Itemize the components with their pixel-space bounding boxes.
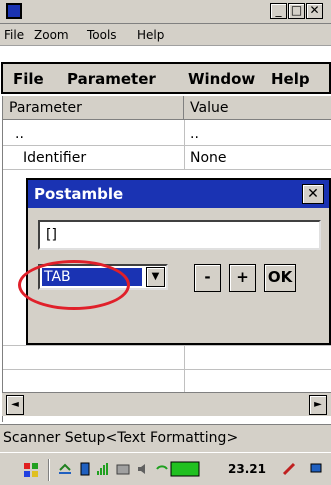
windows-start-icon[interactable] bbox=[22, 461, 40, 479]
column-divider bbox=[184, 120, 185, 170]
annotation-highlight bbox=[18, 260, 130, 310]
row-divider bbox=[3, 345, 331, 346]
clock[interactable]: 23.21 bbox=[228, 462, 266, 476]
row-identifier-value[interactable]: None bbox=[190, 150, 227, 166]
dialog-title: Postamble bbox=[34, 185, 124, 203]
battery-icon[interactable] bbox=[78, 462, 92, 476]
wireless-icon[interactable] bbox=[155, 462, 169, 476]
taskbar: 23.21 bbox=[0, 452, 331, 485]
maximize-button[interactable]: □ bbox=[288, 3, 305, 19]
title-bar: _ □ ✕ bbox=[0, 0, 331, 24]
app-menu-file[interactable]: File bbox=[13, 70, 44, 88]
keyboard-icon[interactable] bbox=[116, 462, 130, 476]
app-menu-window[interactable]: Window bbox=[188, 70, 255, 88]
postamble-input[interactable]: [] bbox=[38, 220, 321, 250]
menu-item-help[interactable]: Help bbox=[137, 28, 164, 42]
row-divider bbox=[3, 369, 331, 370]
column-divider bbox=[184, 345, 185, 392]
row-divider bbox=[3, 145, 331, 146]
scroll-right-button[interactable]: ► bbox=[309, 395, 327, 415]
row-identifier-parameter[interactable]: Identifier bbox=[23, 150, 86, 166]
connectivity-icon[interactable] bbox=[58, 462, 72, 476]
remove-button[interactable]: - bbox=[194, 264, 221, 292]
sound-icon[interactable] bbox=[136, 462, 150, 476]
dialog-title-bar: Postamble ✕ bbox=[28, 180, 329, 208]
column-header-parameter[interactable]: Parameter bbox=[3, 96, 184, 120]
dropdown-arrow-icon[interactable]: ▼ bbox=[146, 267, 165, 287]
menu-item-file[interactable]: File bbox=[4, 28, 24, 42]
row-divider bbox=[3, 169, 331, 170]
signal-icon[interactable] bbox=[96, 462, 110, 476]
horizontal-scrollbar[interactable]: ◄ ► bbox=[2, 392, 331, 416]
battery-level-icon[interactable] bbox=[170, 461, 222, 477]
scroll-left-button[interactable]: ◄ bbox=[6, 395, 24, 415]
pen-icon[interactable] bbox=[282, 462, 296, 476]
app-menu-bar: File Parameter Window Help bbox=[1, 62, 331, 94]
row-parent-value[interactable]: .. bbox=[190, 126, 199, 142]
menu-item-zoom[interactable]: Zoom bbox=[34, 28, 69, 42]
add-button[interactable]: + bbox=[229, 264, 256, 292]
outer-menu-bar: File Zoom Tools Help bbox=[0, 24, 331, 46]
row-parent-parameter[interactable]: .. bbox=[15, 126, 24, 142]
app-menu-parameter[interactable]: Parameter bbox=[67, 70, 156, 88]
status-text: Scanner Setup<Text Formatting> bbox=[3, 430, 239, 446]
app-icon bbox=[6, 3, 22, 19]
status-bar: Scanner Setup<Text Formatting> bbox=[0, 424, 331, 452]
windows-icon[interactable] bbox=[310, 462, 324, 476]
ok-button[interactable]: OK bbox=[264, 264, 296, 292]
menu-item-tools[interactable]: Tools bbox=[87, 28, 117, 42]
app-menu-help[interactable]: Help bbox=[271, 70, 310, 88]
column-header-value[interactable]: Value bbox=[184, 96, 331, 120]
dialog-close-button[interactable]: ✕ bbox=[302, 184, 324, 204]
taskbar-separator bbox=[48, 459, 50, 481]
close-button[interactable]: ✕ bbox=[306, 3, 323, 19]
minimize-button[interactable]: _ bbox=[270, 3, 287, 19]
